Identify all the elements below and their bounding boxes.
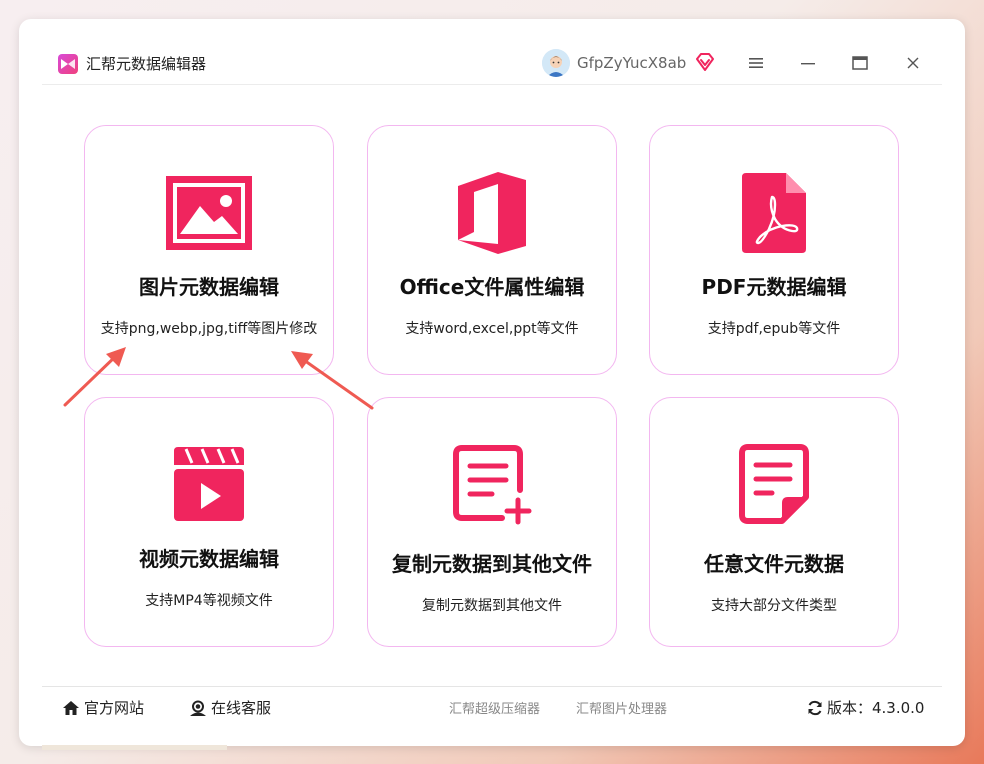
- version-label: 版本：4.3.0.0: [827, 699, 925, 717]
- app-window: 汇帮元数据编辑器 GfpZyYucX8ab 图片元数据编辑 支持png,webp…: [42, 42, 942, 723]
- card-copy-metadata[interactable]: 复制元数据到其他文件 复制元数据到其他文件: [367, 397, 617, 647]
- refresh-icon: [808, 700, 822, 715]
- card-office-properties[interactable]: Office文件属性编辑 支持word,excel,ppt等文件: [367, 125, 617, 375]
- title-bar: 汇帮元数据编辑器 GfpZyYucX8ab: [42, 42, 942, 85]
- card-title: 任意文件元数据: [704, 552, 844, 576]
- card-title: 图片元数据编辑: [139, 275, 279, 299]
- office-icon: [368, 168, 616, 258]
- customer-service-icon: [190, 700, 206, 716]
- pdf-icon: [650, 168, 898, 258]
- menu-button[interactable]: [742, 50, 770, 76]
- username[interactable]: GfpZyYucX8ab: [577, 54, 686, 72]
- card-title: PDF元数据编辑: [701, 275, 847, 299]
- image-icon: [85, 168, 333, 258]
- official-website-link[interactable]: 官方网站: [62, 697, 144, 718]
- maximize-icon: [852, 56, 868, 70]
- close-button[interactable]: [899, 50, 927, 76]
- card-description: 支持pdf,epub等文件: [707, 321, 841, 337]
- maximize-button[interactable]: [846, 50, 874, 76]
- card-any-file-metadata[interactable]: 任意文件元数据 支持大部分文件类型: [649, 397, 899, 647]
- card-description: 支持大部分文件类型: [711, 598, 837, 614]
- video-icon: [85, 440, 333, 530]
- card-description: 复制元数据到其他文件: [422, 598, 562, 614]
- compressor-link[interactable]: 汇帮超级压缩器: [449, 698, 540, 717]
- card-title: 视频元数据编辑: [139, 547, 279, 571]
- card-title: 复制元数据到其他文件: [392, 552, 592, 576]
- image-processor-link[interactable]: 汇帮图片处理器: [576, 698, 667, 717]
- user-avatar[interactable]: [542, 49, 570, 77]
- hamburger-icon: [749, 58, 763, 68]
- official-website-label: 官方网站: [84, 699, 145, 717]
- card-description: 支持word,excel,ppt等文件: [405, 321, 579, 337]
- close-icon: [907, 57, 919, 69]
- minimize-button[interactable]: [794, 50, 822, 76]
- vip-diamond-icon[interactable]: [695, 53, 715, 75]
- footer-bar: 官方网站 在线客服 汇帮超级压缩器 汇帮图片处理器 版本：4.3.0.0: [42, 686, 942, 724]
- card-title: Office文件属性编辑: [399, 275, 585, 299]
- version-info[interactable]: 版本：4.3.0.0: [807, 697, 924, 718]
- online-support-label: 在线客服: [211, 699, 272, 717]
- card-description: 支持png,webp,jpg,tiff等图片修改: [100, 321, 318, 337]
- card-pdf-metadata[interactable]: PDF元数据编辑 支持pdf,epub等文件: [649, 125, 899, 375]
- card-video-metadata[interactable]: 视频元数据编辑 支持MP4等视频文件: [84, 397, 334, 647]
- card-description: 支持MP4等视频文件: [145, 593, 273, 609]
- app-logo-icon: [58, 54, 78, 74]
- app-title: 汇帮元数据编辑器: [86, 55, 207, 73]
- home-icon: [63, 700, 79, 715]
- minimize-icon: [801, 63, 815, 65]
- card-image-metadata[interactable]: 图片元数据编辑 支持png,webp,jpg,tiff等图片修改: [84, 125, 334, 375]
- file-icon: [650, 440, 898, 530]
- online-support-link[interactable]: 在线客服: [189, 697, 271, 718]
- taskbar-fragment: [42, 745, 227, 750]
- copy-document-icon: [368, 440, 616, 530]
